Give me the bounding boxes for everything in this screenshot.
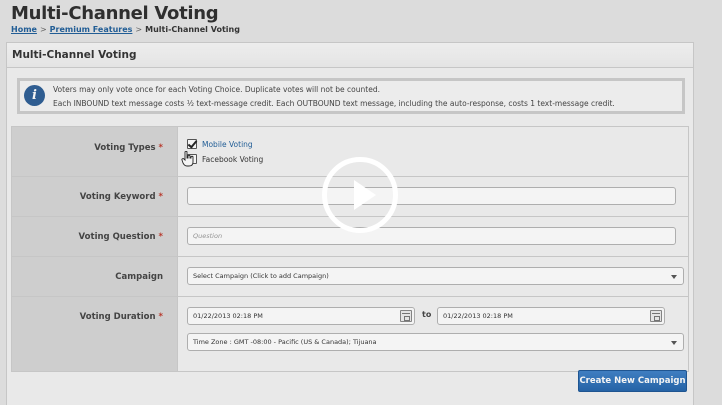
timezone-select[interactable]: Time Zone : GMT -08:00 - Pacific (US & C… (187, 333, 684, 351)
calendar-icon[interactable] (400, 310, 412, 322)
hand-cursor-icon (181, 151, 194, 167)
voting-keyword-input[interactable] (187, 187, 676, 205)
mobile-voting-checkbox[interactable] (187, 139, 197, 149)
voting-duration-label: Voting Duration * (79, 312, 163, 322)
info-box: i Voters may only vote once for each Vot… (17, 78, 685, 114)
campaign-label: Campaign (115, 272, 163, 282)
end-date-input[interactable]: 01/22/2013 02:18 PM (437, 307, 665, 325)
breadcrumb-current: Multi-Channel Voting (145, 25, 240, 34)
start-date-value: 01/22/2013 02:18 PM (193, 312, 263, 320)
breadcrumb-premium-link[interactable]: Premium Features (50, 25, 133, 34)
page-title: Multi-Channel Voting (11, 3, 219, 24)
campaign-row: Campaign Select Campaign (Click to add C… (12, 257, 688, 297)
campaign-select[interactable]: Select Campaign (Click to add Campaign) (187, 267, 684, 285)
info-icon: i (24, 85, 45, 106)
voting-types-label: Voting Types * (94, 143, 163, 153)
info-text-line-1: Voters may only vote once for each Votin… (53, 85, 380, 94)
breadcrumb: Home > Premium Features > Multi-Channel Voti… (11, 25, 240, 34)
mobile-voting-label[interactable]: Mobile Voting (202, 140, 253, 149)
calendar-icon[interactable] (650, 310, 662, 322)
play-icon[interactable] (322, 157, 398, 233)
voting-keyword-label: Voting Keyword * (79, 192, 163, 202)
create-new-campaign-button[interactable]: Create New Campaign (578, 370, 687, 392)
panel-title: Multi-Channel Voting (7, 43, 693, 68)
breadcrumb-home-link[interactable]: Home (11, 25, 37, 34)
start-date-input[interactable]: 01/22/2013 02:18 PM (187, 307, 415, 325)
end-date-value: 01/22/2013 02:18 PM (443, 312, 513, 320)
voting-question-input[interactable]: Question (187, 227, 676, 245)
voting-duration-row: Voting Duration * 01/22/2013 02:18 PM to … (12, 297, 688, 371)
breadcrumb-separator: > (135, 25, 143, 34)
to-label: to (422, 310, 432, 319)
breadcrumb-separator: > (39, 25, 47, 34)
info-text-line-2: Each INBOUND text message costs ½ text-m… (53, 99, 615, 108)
facebook-voting-label[interactable]: Facebook Voting (202, 155, 263, 164)
voting-question-label: Voting Question * (78, 232, 163, 242)
